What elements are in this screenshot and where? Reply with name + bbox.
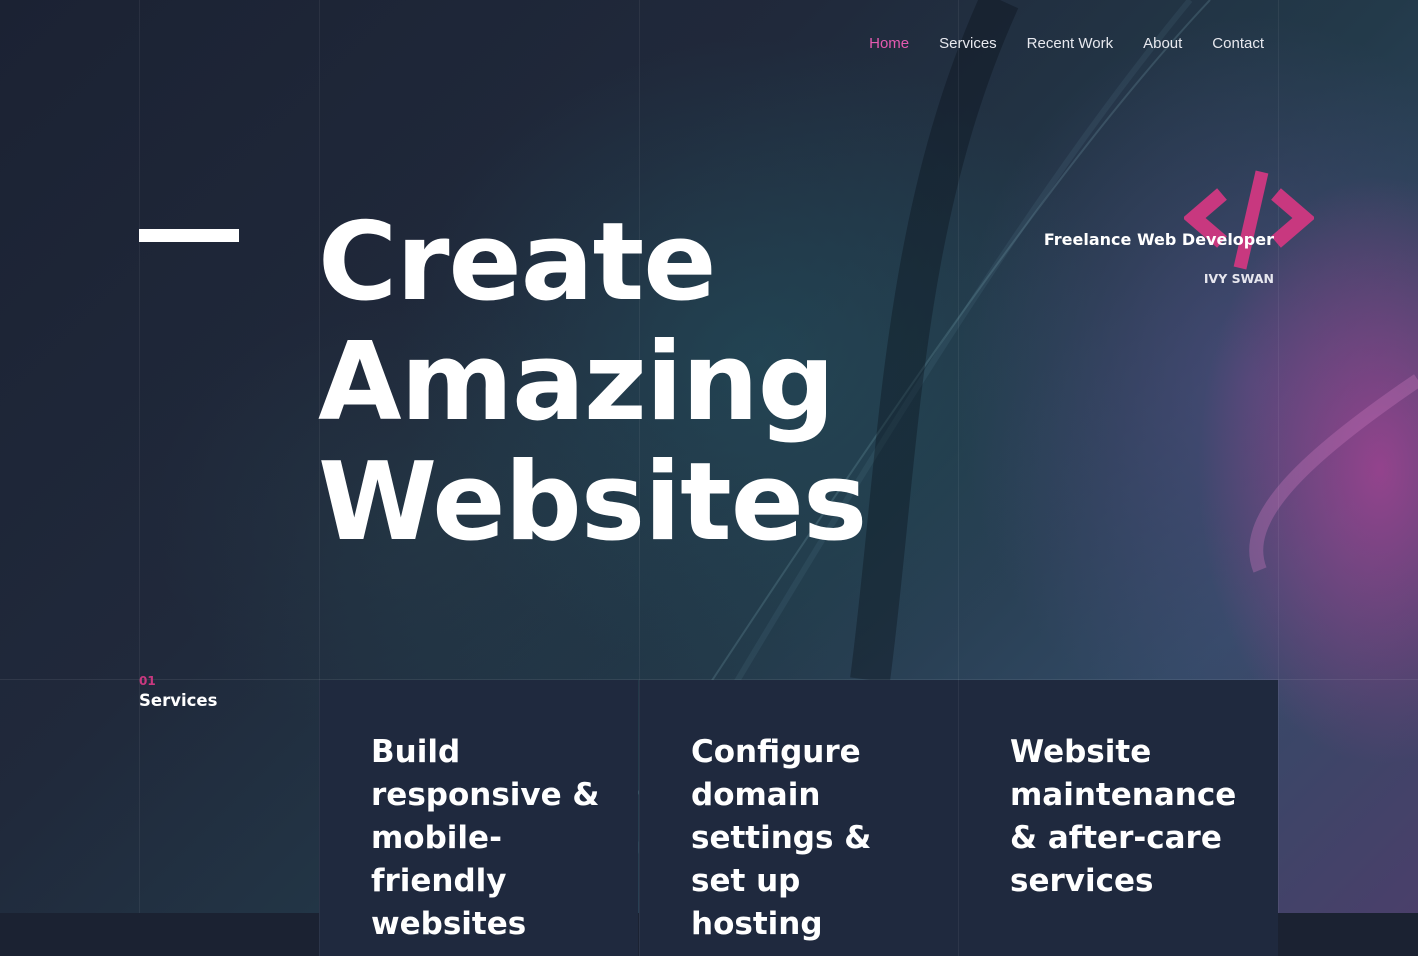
service-card[interactable]: Build responsive & mobile-friendly websi…: [319, 680, 638, 956]
nav-recent-work[interactable]: Recent Work: [1027, 35, 1113, 53]
hero-accent-bar: [139, 229, 239, 242]
nav-services[interactable]: Services: [939, 35, 997, 53]
service-card-text: Website maintenance & after-care service…: [1010, 734, 1237, 899]
service-card-text: Configure domain settings & set up hosti…: [691, 734, 872, 942]
brand-block[interactable]: Freelance Web Developer IVY SWAN: [1044, 168, 1314, 298]
hero-title: Create Amazing Websites: [318, 200, 867, 565]
section-number: 01: [139, 674, 156, 688]
grid-line: [1278, 0, 1279, 956]
nav-home[interactable]: Home: [869, 35, 909, 53]
hero-title-line: Websites: [318, 440, 867, 565]
service-card-text: Build responsive & mobile-friendly websi…: [371, 734, 600, 942]
grid-line: [139, 0, 140, 956]
nav-about[interactable]: About: [1143, 35, 1182, 53]
section-title: Services: [139, 691, 218, 710]
brand-role: Freelance Web Developer: [1043, 230, 1274, 249]
nav-contact[interactable]: Contact: [1212, 35, 1264, 53]
brand-name: IVY SWAN: [1203, 271, 1274, 286]
service-card[interactable]: Configure domain settings & set up hosti…: [639, 680, 958, 956]
code-brackets-icon: [1184, 170, 1314, 270]
hero-title-line: Create: [318, 200, 717, 325]
service-card[interactable]: Website maintenance & after-care service…: [958, 680, 1278, 956]
main-nav: Home Services Recent Work About Contact: [869, 35, 1264, 53]
hero-title-line: Amazing: [318, 320, 835, 445]
